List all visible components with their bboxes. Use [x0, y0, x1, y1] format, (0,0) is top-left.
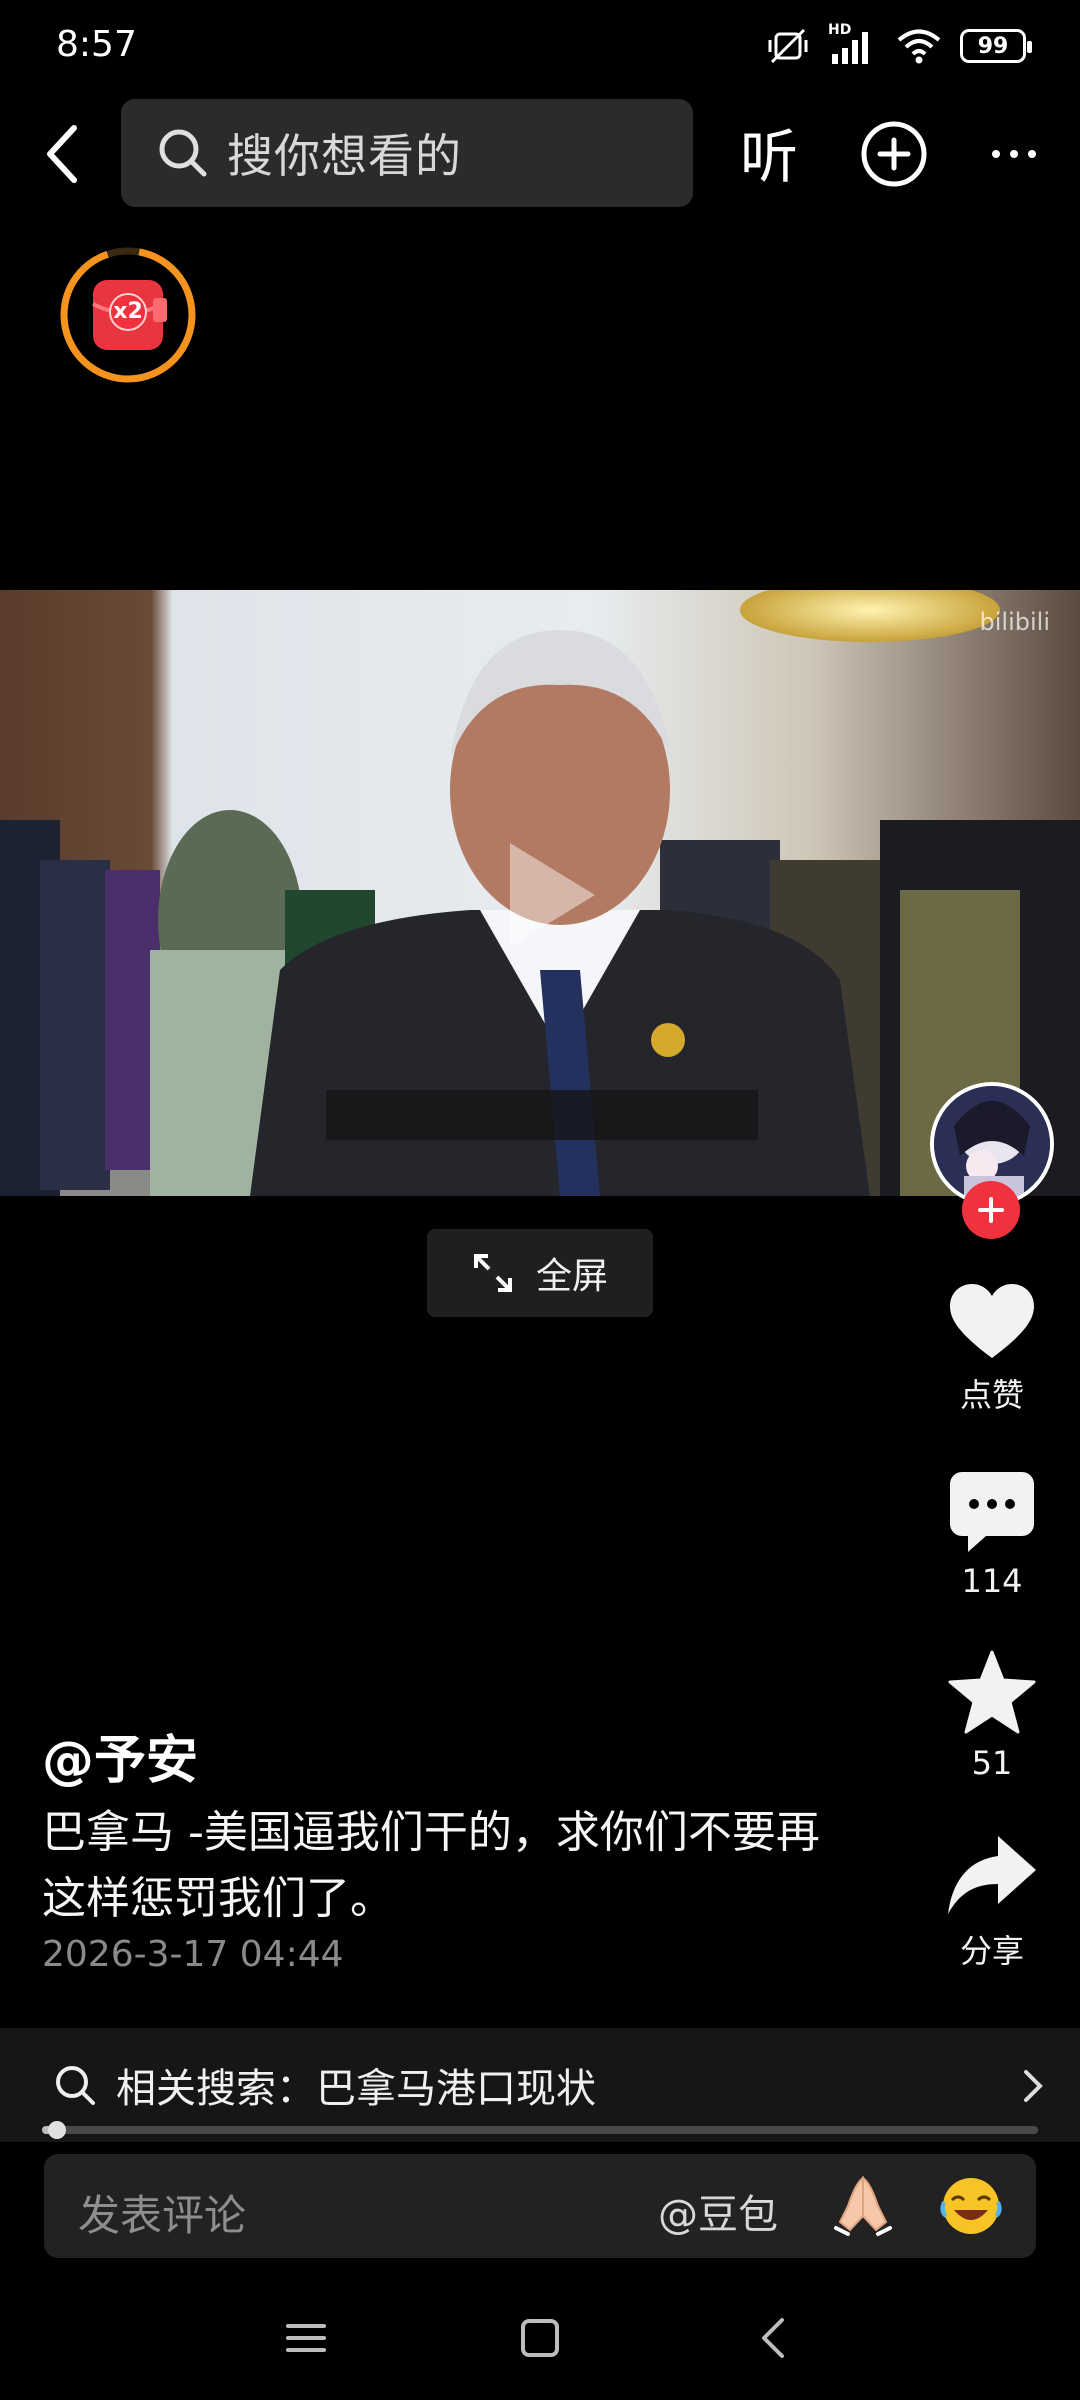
chevron-right-icon	[1024, 2070, 1043, 2102]
search-icon	[159, 129, 207, 177]
like-button[interactable]: 点赞	[930, 1284, 1054, 1416]
battery-level: 99	[977, 33, 1009, 59]
search-input[interactable]: 搜你想看的	[121, 99, 693, 207]
status-icons: HD 99	[766, 22, 1032, 66]
chevron-left-icon	[47, 125, 77, 183]
menu-icon[interactable]	[276, 2308, 336, 2368]
favorite-button[interactable]: 51	[930, 1650, 1054, 1782]
laughing-emoji-icon[interactable]	[938, 2172, 1004, 2238]
share-button[interactable]: 分享	[930, 1836, 1054, 1972]
battery-icon: 99	[960, 29, 1032, 63]
author-name[interactable]: @予安	[42, 1718, 198, 1793]
wifi-icon	[897, 29, 941, 64]
mute-vibrate-icon	[768, 28, 808, 64]
comment-placeholder: 发表评论	[78, 2191, 247, 2240]
svg-text:bilibili: bilibili	[980, 608, 1050, 636]
video-player[interactable]: bilibili	[0, 590, 1080, 1196]
play-icon[interactable]	[500, 835, 600, 955]
plus-icon	[978, 1197, 1004, 1223]
red-packet-multiplier: x2	[113, 299, 143, 324]
listen-button[interactable]: 听	[740, 110, 798, 194]
share-label: 分享	[959, 1932, 1024, 1970]
status-bar: 8:57 HD 99	[0, 0, 1080, 96]
red-packet-reward-button[interactable]: x2	[59, 246, 197, 384]
status-time: 8:57	[56, 24, 137, 65]
like-label: 点赞	[959, 1376, 1024, 1414]
subtitle-overlay	[326, 1090, 758, 1140]
mention-doubao-button[interactable]: @豆包	[658, 2182, 778, 2240]
expand-icon	[473, 1254, 512, 1292]
search-placeholder: 搜你想看的	[227, 129, 462, 183]
dot-icon	[1010, 150, 1018, 158]
playback-progress-bar[interactable]	[42, 2121, 1038, 2139]
comment-icon	[950, 1472, 1034, 1552]
home-icon[interactable]	[510, 2308, 570, 2368]
signal-icon: HD	[828, 22, 878, 66]
favorites-count: 51	[971, 1744, 1013, 1782]
progress-handle[interactable]	[47, 2121, 66, 2139]
follow-button[interactable]	[962, 1181, 1020, 1239]
fullscreen-button[interactable]: 全屏	[427, 1229, 653, 1317]
back-button[interactable]	[26, 118, 98, 190]
related-search-bar[interactable]: 相关搜索：巴拿马港口现状	[0, 2028, 1080, 2142]
fullscreen-label: 全屏	[535, 1256, 608, 1297]
comment-input[interactable]: 发表评论 @豆包	[44, 2154, 1036, 2258]
related-search-text: 相关搜索：巴拿马港口现状	[116, 2066, 596, 2112]
back-icon[interactable]	[744, 2308, 804, 2368]
system-navigation-bar	[0, 2290, 1080, 2380]
more-options-button[interactable]	[978, 118, 1050, 190]
heart-icon	[950, 1284, 1034, 1358]
post-timestamp: 2026-3-17 04:44	[42, 1934, 344, 1975]
top-nav: 搜你想看的 听	[0, 96, 1080, 212]
post-caption: 巴拿马 -美国逼我们干的，求你们不要再这样惩罚我们了。	[42, 1807, 820, 1924]
add-circle-icon[interactable]	[858, 118, 930, 190]
search-icon	[56, 2066, 95, 2105]
dot-icon	[1028, 150, 1036, 158]
comments-button[interactable]: 114	[930, 1472, 1054, 1600]
comments-count: 114	[961, 1562, 1023, 1600]
praying-hands-emoji-icon[interactable]	[830, 2172, 896, 2238]
share-arrow-icon	[948, 1836, 1036, 1914]
dot-icon	[992, 150, 1000, 158]
star-icon	[948, 1650, 1036, 1734]
